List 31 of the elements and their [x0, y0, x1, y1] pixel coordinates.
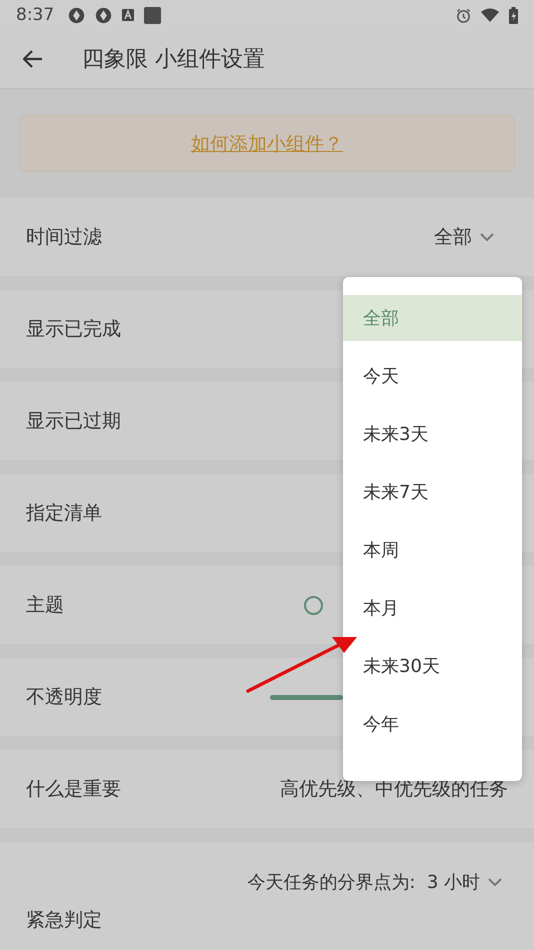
setting-label: 指定清单 — [26, 501, 102, 526]
setting-label: 不透明度 — [26, 685, 102, 710]
slider-track[interactable] — [270, 694, 343, 700]
threshold-dropdown[interactable]: 今天任务的分界点为: 3 小时 — [247, 870, 502, 894]
font-icon — [122, 9, 134, 21]
back-arrow-icon — [23, 50, 43, 68]
setting-label: 时间过滤 — [26, 225, 102, 250]
alarm-icon — [456, 8, 471, 22]
square-icon — [144, 6, 162, 24]
setting-label: 主题 — [26, 593, 64, 618]
chevron-down-icon — [488, 878, 502, 886]
setting-label: 紧急判定 — [26, 908, 102, 933]
setting-label: 显示已完成 — [26, 317, 121, 342]
battery-icon — [509, 6, 518, 24]
filter-dropdown[interactable]: 全部 — [434, 224, 494, 250]
menu-item[interactable]: 本周 — [343, 527, 522, 573]
menu-item[interactable]: 未来3天 — [343, 411, 522, 457]
setting-label: 显示已过期 — [26, 409, 121, 434]
setting-label: 什么是重要 — [26, 777, 121, 802]
radio-button[interactable] — [304, 596, 323, 614]
aperture-icon — [95, 6, 112, 24]
menu-item[interactable]: 未来30天 — [343, 643, 522, 689]
menu-item[interactable]: 未来7天 — [343, 469, 522, 515]
aperture-icon — [68, 6, 86, 24]
chevron-down-icon — [480, 232, 494, 242]
status-time: 8:37 — [16, 5, 54, 25]
menu-item[interactable]: 今天 — [343, 353, 522, 399]
menu-item[interactable]: 今年 — [343, 701, 522, 747]
page-title: 四象限 小组件设置 — [82, 46, 265, 74]
menu-item[interactable]: 本月 — [343, 585, 522, 631]
wifi-icon — [481, 8, 499, 22]
